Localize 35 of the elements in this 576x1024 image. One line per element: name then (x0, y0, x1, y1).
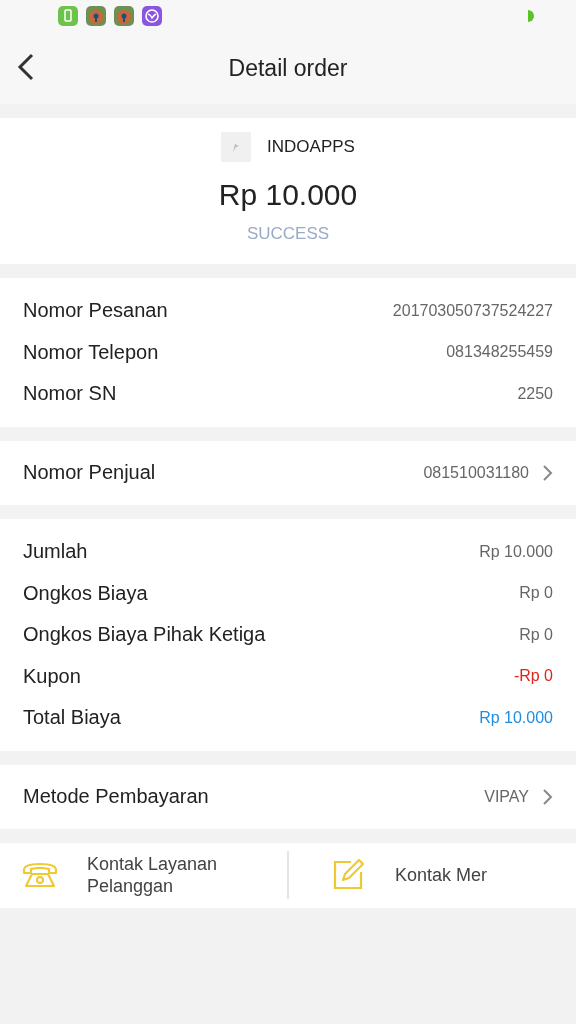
chevron-right-icon (543, 464, 553, 481)
row-label: Nomor Pesanan (23, 299, 168, 323)
keyhole-app-icon (86, 6, 106, 26)
back-icon (16, 52, 36, 81)
row-value: Rp 0 (519, 584, 553, 603)
keyhole-app-icon (114, 6, 134, 26)
row-value: 2250 (517, 385, 553, 403)
row-label: Jumlah (23, 540, 88, 564)
row-value: 081348255459 (446, 343, 553, 362)
row-value: Rp 0 (519, 625, 553, 644)
merchant-name: INDOAPPS (267, 137, 355, 157)
row-value: 081510031180 (423, 463, 529, 482)
row-value: -Rp 0 (513, 667, 553, 686)
row-label: Ongkos Biaya Pihak Ketiga (23, 623, 266, 647)
row-label: Nomor Telepon (23, 340, 159, 364)
row-value: 201703050737524227 (392, 301, 553, 320)
row-label: Metode Pembayaran (23, 785, 210, 809)
row-label: Ongkos Biaya (23, 581, 148, 605)
row-value: VIPAY (484, 787, 529, 806)
list-row[interactable]: Metode Pembayaran VIPAY (0, 764, 576, 829)
page-title: Detail order (228, 54, 348, 83)
battery-icon (526, 10, 536, 22)
row-label: Nomor Penjual (23, 461, 157, 485)
row-label: Nomor SN (23, 382, 117, 406)
contact-button[interactable]: Kontak Mer (287, 851, 576, 900)
row-label: Total Biaya (23, 706, 121, 730)
order-amount: Rp 10.000 (218, 178, 358, 212)
order-status: SUCCESS (246, 224, 330, 244)
chevron-right-icon (543, 788, 553, 805)
row-value: Rp 10.000 (479, 708, 553, 727)
list-row[interactable]: Nomor Penjual 081510031180 (0, 440, 576, 505)
row-value: Rp 10.000 (479, 542, 553, 561)
contact-button[interactable]: Kontak Layanan Pelanggan (0, 842, 287, 908)
row-label: Kupon (23, 664, 81, 688)
phone-app-icon (58, 6, 78, 26)
